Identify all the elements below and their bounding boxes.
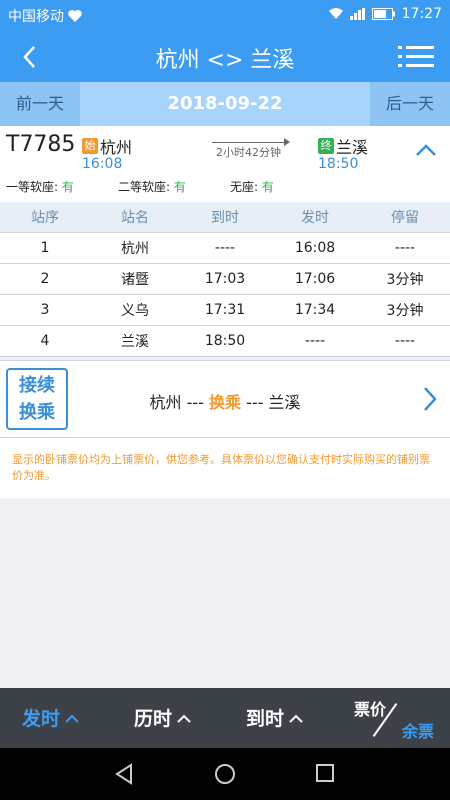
transfer-separator: --- xyxy=(186,393,204,412)
next-day-button[interactable]: 后一天 xyxy=(370,82,450,126)
table-row: 3 义乌 17:31 17:34 3分钟 xyxy=(0,295,450,326)
nav-bar: 杭州 <> 兰溪 xyxy=(0,30,450,82)
home-circle-icon[interactable] xyxy=(214,763,236,785)
system-nav-bar xyxy=(0,748,450,800)
transfer-row[interactable]: 接续 换乘 杭州 --- 换乘 --- 兰溪 xyxy=(0,360,450,438)
sort-duration-label: 历时 xyxy=(134,708,173,730)
table-cell: 兰溪 xyxy=(121,334,149,350)
table-row: 4 兰溪 18:50 ---- ---- xyxy=(0,326,450,357)
table-row: 2 诸暨 17:03 17:06 3分钟 xyxy=(0,264,450,295)
duration-line xyxy=(212,142,288,143)
chevron-up-icon[interactable] xyxy=(414,140,438,160)
table-cell: 义乌 xyxy=(121,303,149,319)
table-cell: 4 xyxy=(40,333,50,349)
table-cell: 诸暨 xyxy=(121,272,149,288)
transfer-destination: 兰溪 xyxy=(268,393,301,412)
table-cell: 3分钟 xyxy=(386,272,424,288)
table-cell: ---- xyxy=(304,333,326,349)
sort-depart-label: 发时 xyxy=(22,708,61,730)
table-header: 站序 站名 到时 发时 停留 xyxy=(0,202,450,233)
table-cell: 1 xyxy=(40,240,50,256)
header-stop-no: 站序 xyxy=(31,210,59,226)
recents-square-icon[interactable] xyxy=(315,763,335,783)
chevron-up-icon xyxy=(65,714,79,723)
header-station: 站名 xyxy=(121,210,149,226)
price-notice: 显示的卧铺票价均为上铺票价，供您参考。具体票价以您确认支付时实际购买的铺别票价为… xyxy=(0,438,450,498)
table-cell: 17:31 xyxy=(204,302,246,318)
table-cell: 18:50 xyxy=(204,333,246,349)
sort-arrive-label: 到时 xyxy=(246,708,285,730)
transfer-separator: --- xyxy=(246,393,264,412)
menu-icon[interactable] xyxy=(398,42,434,72)
train-card: T7785 始 杭州 16:08 2小时42分钟 终 兰溪 18:50 一等软座… xyxy=(0,126,450,202)
page-title: 杭州 <> 兰溪 xyxy=(155,48,295,73)
header-arrive: 到时 xyxy=(211,210,239,226)
transfer-route: 杭州 --- 换乘 --- 兰溪 xyxy=(0,389,450,413)
prev-day-button[interactable]: 前一天 xyxy=(0,82,80,126)
table-cell: ---- xyxy=(394,240,416,256)
train-number: T7785 xyxy=(6,132,76,157)
sort-bar: 发时 历时 到时 票价 余票 xyxy=(0,688,450,748)
sort-depart-button[interactable]: 发时 xyxy=(22,704,80,731)
carrier-group: 中国移动 xyxy=(8,6,83,26)
seat-label: 二等软座: xyxy=(118,180,171,194)
selected-date[interactable]: 2018-09-22 xyxy=(80,82,370,126)
table-cell: 16:08 xyxy=(294,240,336,256)
table-cell: 2 xyxy=(40,271,50,287)
transfer-middle: 换乘 xyxy=(208,393,241,412)
seat-first-class: 一等软座: 有 xyxy=(6,178,74,195)
sort-duration-button[interactable]: 历时 xyxy=(134,704,192,731)
remaining-tickets-label: 余票 xyxy=(401,722,434,741)
arrow-right-icon xyxy=(284,138,290,146)
table-cell: 3 xyxy=(40,302,50,318)
arrival-time: 18:50 xyxy=(318,156,359,172)
date-bar: 前一天 2018-09-22 后一天 xyxy=(0,82,450,126)
seat-second-class: 二等软座: 有 xyxy=(118,178,186,195)
arrival-station-name: 兰溪 xyxy=(336,138,369,157)
departure-station-name: 杭州 xyxy=(100,138,133,157)
wifi-icon xyxy=(328,8,343,19)
arrival-station: 终 兰溪 xyxy=(318,134,368,158)
battery-icon xyxy=(371,8,395,20)
transfer-origin: 杭州 xyxy=(149,393,182,412)
price-label: 票价 xyxy=(354,700,387,719)
table-cell: ---- xyxy=(214,240,236,256)
table-cell: ---- xyxy=(394,333,416,349)
sort-arrive-button[interactable]: 到时 xyxy=(246,704,304,731)
stops-table: 站序 站名 到时 发时 停留 1 杭州 ---- 16:08 ---- 2 诸暨… xyxy=(0,202,450,357)
table-row: 1 杭州 ---- 16:08 ---- xyxy=(0,233,450,264)
departure-time: 16:08 xyxy=(82,156,123,172)
carrier-name: 中国移动 xyxy=(8,9,64,25)
signal-icon xyxy=(349,8,365,20)
table-cell: 17:03 xyxy=(204,271,246,287)
table-cell: 杭州 xyxy=(121,241,149,257)
chevron-right-icon[interactable] xyxy=(420,385,440,413)
seat-standing: 无座: 有 xyxy=(230,178,274,195)
seat-status: 有 xyxy=(173,180,186,194)
seat-label: 一等软座: xyxy=(6,180,59,194)
start-badge: 始 xyxy=(82,138,98,154)
header-depart: 发时 xyxy=(301,210,329,226)
departure-station: 始 杭州 xyxy=(82,134,132,158)
table-cell: 3分钟 xyxy=(386,303,424,319)
seat-status: 有 xyxy=(261,180,274,194)
price-ticket-toggle[interactable]: 票价 余票 xyxy=(354,692,434,744)
table-cell: 17:06 xyxy=(294,271,336,287)
header-stop-duration: 停留 xyxy=(391,210,419,226)
end-badge: 终 xyxy=(318,138,334,154)
seat-status: 有 xyxy=(61,180,74,194)
chevron-up-icon xyxy=(177,714,191,723)
back-triangle-icon[interactable] xyxy=(114,763,134,785)
status-icons: 17:27 xyxy=(328,6,442,22)
seat-label: 无座: xyxy=(230,180,259,194)
duration-text: 2小时42分钟 xyxy=(216,146,281,159)
chevron-up-icon xyxy=(289,714,303,723)
heart-icon xyxy=(68,10,82,22)
status-time: 17:27 xyxy=(401,6,442,22)
table-cell: 17:34 xyxy=(294,302,336,318)
status-bar: 中国移动 17:27 xyxy=(0,0,450,30)
